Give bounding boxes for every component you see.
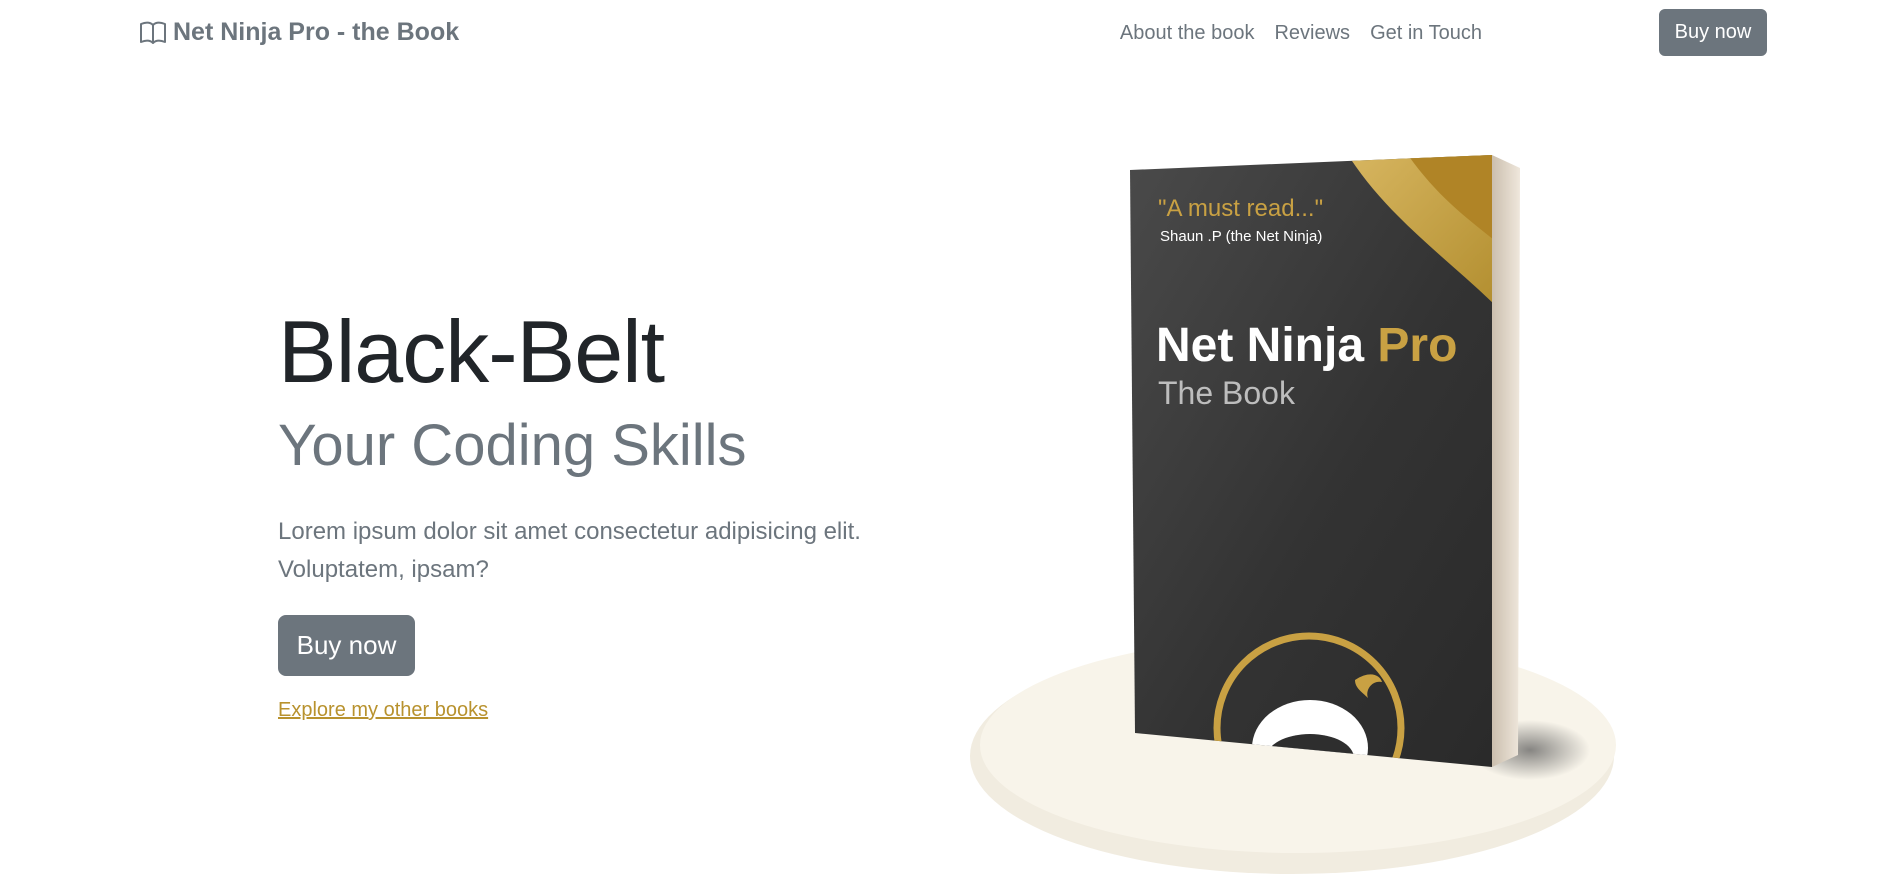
cover-title-white: Net Ninja bbox=[1156, 319, 1364, 372]
nav-link-reviews[interactable]: Reviews bbox=[1274, 22, 1350, 45]
hero-lead: Lorem ipsum dolor sit amet consectetur a… bbox=[278, 513, 898, 589]
cover-subtitle: The Book bbox=[1158, 375, 1296, 411]
navbar: Net Ninja Pro - the Book About the book … bbox=[0, 0, 1886, 70]
brand-link[interactable]: Net Ninja Pro - the Book bbox=[139, 18, 459, 47]
hero-buy-button[interactable]: Buy now bbox=[278, 615, 415, 676]
cover-title: Net Ninja Pro bbox=[1156, 319, 1457, 372]
book-icon bbox=[139, 20, 167, 46]
nav-links: About the book Reviews Get in Touch bbox=[1120, 22, 1482, 45]
explore-books-link[interactable]: Explore my other books bbox=[278, 699, 488, 722]
book-cover-image: "A must read..." Shaun .P (the Net Ninja… bbox=[970, 150, 1630, 880]
hero-title: Black-Belt bbox=[278, 302, 665, 401]
book-pages bbox=[1492, 155, 1520, 767]
nav-link-about[interactable]: About the book bbox=[1120, 22, 1255, 45]
hero-subtitle: Your Coding Skills bbox=[278, 413, 747, 478]
navbar-buy-button[interactable]: Buy now bbox=[1659, 9, 1767, 56]
brand-label: Net Ninja Pro - the Book bbox=[173, 18, 460, 46]
hero-lead-line1: Lorem ipsum dolor sit amet consectetur a… bbox=[278, 518, 861, 545]
cover-title-gold: Pro bbox=[1377, 319, 1457, 372]
nav-link-contact[interactable]: Get in Touch bbox=[1370, 22, 1482, 45]
cover-quote-author: Shaun .P (the Net Ninja) bbox=[1160, 228, 1322, 245]
hero-lead-line2: Voluptatem, ipsam? bbox=[278, 556, 489, 583]
cover-quote: "A must read..." bbox=[1158, 195, 1323, 222]
